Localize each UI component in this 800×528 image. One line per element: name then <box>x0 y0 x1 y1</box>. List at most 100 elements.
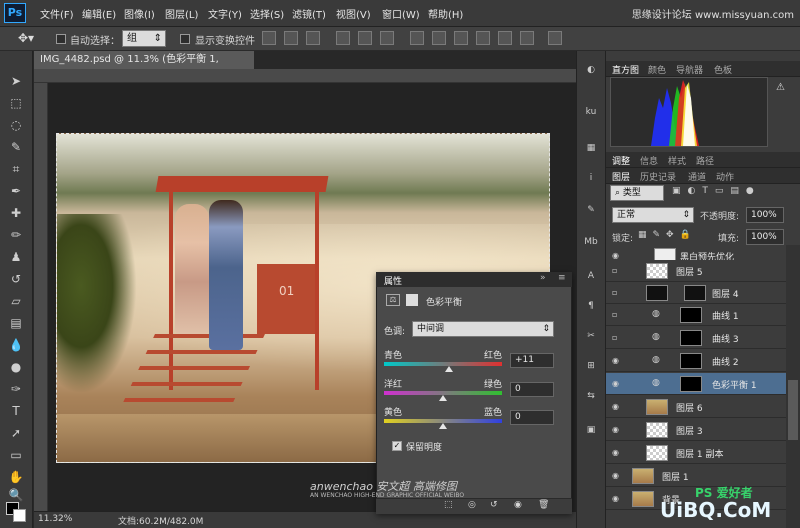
panel-menu-icon[interactable]: ≡ <box>558 273 566 283</box>
dock-timeline-icon[interactable]: ▣ <box>581 420 601 440</box>
eye-icon[interactable]: ◉ <box>612 356 622 366</box>
collapse-icon[interactable]: » <box>540 273 546 283</box>
menu-window[interactable]: 窗口(W) <box>382 6 420 21</box>
move-tool-icon[interactable]: ✥▾ <box>18 31 34 45</box>
fill-field[interactable]: 100% <box>746 229 784 245</box>
zoom-level[interactable]: 11.32% <box>38 514 72 524</box>
layer-row[interactable]: ◉ 图层 3 <box>606 419 786 441</box>
align-top-icon[interactable] <box>262 31 276 45</box>
lock-icons[interactable]: ▦✎✥🔒 <box>638 230 697 240</box>
auto-select-checkbox[interactable] <box>56 34 66 44</box>
magenta-green-knob[interactable] <box>439 395 447 401</box>
eye-icon[interactable]: ▫ <box>612 333 622 343</box>
align-bottom-icon[interactable] <box>306 31 320 45</box>
brush-icon[interactable]: ✏ <box>6 226 26 244</box>
menu-select[interactable]: 选择(S) <box>250 6 284 21</box>
distribute-vcenter-icon[interactable] <box>432 31 446 45</box>
menu-help[interactable]: 帮助(H) <box>428 6 463 21</box>
yellow-blue-knob[interactable] <box>439 423 447 429</box>
lasso-icon[interactable]: ◌ <box>6 116 26 134</box>
magenta-green-value[interactable]: 0 <box>510 382 554 397</box>
gradient-icon[interactable]: ▤ <box>6 314 26 332</box>
tab-info[interactable]: 信息 <box>640 154 658 167</box>
menu-file[interactable]: 文件(F) <box>40 6 74 21</box>
layer-row[interactable]: ▫ 图层 4 <box>606 282 786 304</box>
tab-adjustments[interactable]: 调整 <box>612 154 630 167</box>
eye-icon[interactable]: ◉ <box>612 402 622 412</box>
blur-icon[interactable]: 💧 <box>6 336 26 354</box>
eye-icon[interactable]: ◉ <box>612 379 622 389</box>
hand-icon[interactable]: ✋ <box>6 468 26 486</box>
eye-icon[interactable]: ◉ <box>612 425 622 435</box>
properties-tab[interactable]: 属性 <box>384 274 402 287</box>
layer-row[interactable]: ◉ 图层 6 <box>606 396 786 418</box>
eye-icon[interactable]: ▫ <box>612 266 622 276</box>
crop-icon[interactable]: ⌗ <box>6 160 26 178</box>
show-transform-checkbox[interactable] <box>180 34 190 44</box>
path-select-icon[interactable]: ➚ <box>6 424 26 442</box>
document-tab[interactable]: IMG_4482.psd @ 11.3% (色彩平衡 1, RGB/8) *× <box>34 51 254 83</box>
tab-navigator[interactable]: 导航器 <box>676 63 703 76</box>
tab-swatches[interactable]: 色板 <box>714 63 732 76</box>
scrollbar-thumb[interactable] <box>788 380 798 440</box>
doc-size[interactable]: 文档:60.2M/482.0M <box>118 514 203 527</box>
dock-layer-comps-icon[interactable]: ▦ <box>581 138 601 158</box>
dock-character-icon[interactable]: A <box>581 266 601 286</box>
menu-view[interactable]: 视图(V) <box>336 6 371 21</box>
tab-paths[interactable]: 路径 <box>696 154 714 167</box>
eye-icon[interactable]: ◉ <box>612 494 622 504</box>
dock-info-icon[interactable]: i <box>581 168 601 188</box>
eyedropper-icon[interactable]: ✒ <box>6 182 26 200</box>
tab-histogram[interactable]: 直方图 <box>612 63 639 76</box>
layer-row[interactable]: ▫ ◍ 曲线 3 <box>606 327 786 349</box>
dock-paragraph-icon[interactable]: ¶ <box>581 296 601 316</box>
align-right-icon[interactable] <box>380 31 394 45</box>
eye-icon[interactable]: ◉ <box>612 471 622 481</box>
cyan-red-value[interactable]: +11 <box>510 353 554 368</box>
tone-dropdown[interactable]: 中间调 ⇕ <box>412 321 554 337</box>
blend-mode-dropdown[interactable]: 正常 ⇕ <box>612 207 694 223</box>
dock-properties-icon[interactable]: ⇆ <box>581 386 601 406</box>
healing-brush-icon[interactable]: ✚ <box>6 204 26 222</box>
visibility-icon[interactable]: ◉ <box>514 500 522 510</box>
distribute-top-icon[interactable] <box>410 31 424 45</box>
dodge-icon[interactable]: ● <box>6 358 26 376</box>
tab-color[interactable]: 颜色 <box>648 63 666 76</box>
align-left-icon[interactable] <box>336 31 350 45</box>
eye-icon[interactable]: ◉ <box>612 448 622 458</box>
layer-row-selected[interactable]: ◉ ◍ 色彩平衡 1 <box>606 373 786 395</box>
dock-kuler-icon[interactable]: ku <box>581 102 601 122</box>
dock-tools-icon[interactable]: ✂ <box>581 326 601 346</box>
mask-icon[interactable] <box>406 294 418 306</box>
dock-mini-bridge-icon[interactable]: Mb <box>581 232 601 252</box>
dock-color-icon[interactable]: ◐ <box>581 60 601 80</box>
delete-icon[interactable]: 🗑 <box>538 500 549 510</box>
layer-row[interactable]: ◉ 图层 1 副本 <box>606 442 786 464</box>
cyan-red-slider[interactable] <box>384 362 502 366</box>
eraser-icon[interactable]: ▱ <box>6 292 26 310</box>
layer-filter-icons[interactable]: ▣◐T▭▤● <box>672 186 761 196</box>
align-hcenter-icon[interactable] <box>358 31 372 45</box>
distribute-hcenter-icon[interactable] <box>498 31 512 45</box>
menu-image[interactable]: 图像(I) <box>124 6 155 21</box>
layer-filter-dropdown[interactable]: ⌕ 类型 <box>610 185 664 201</box>
type-icon[interactable]: T <box>6 402 26 420</box>
shape-icon[interactable]: ▭ <box>6 446 26 464</box>
marquee-icon[interactable]: ⬚ <box>6 94 26 112</box>
eye-icon[interactable]: ▫ <box>612 310 622 320</box>
auto-align-icon[interactable] <box>548 31 562 45</box>
tab-actions[interactable]: 动作 <box>716 170 734 183</box>
tab-styles[interactable]: 样式 <box>668 154 686 167</box>
distribute-right-icon[interactable] <box>520 31 534 45</box>
distribute-bottom-icon[interactable] <box>454 31 468 45</box>
menu-edit[interactable]: 编辑(E) <box>82 6 116 21</box>
move-icon[interactable]: ➤ <box>6 72 26 90</box>
dock-brush-icon[interactable]: ✎ <box>581 200 601 220</box>
menu-filter[interactable]: 滤镜(T) <box>292 6 326 21</box>
clip-to-layer-icon[interactable]: ⬚ <box>444 500 453 510</box>
align-vcenter-icon[interactable] <box>284 31 298 45</box>
tab-channels[interactable]: 通道 <box>688 170 706 183</box>
eye-icon[interactable]: ▫ <box>612 288 622 298</box>
preserve-luminosity-checkbox[interactable]: ✓ <box>392 441 402 451</box>
view-previous-icon[interactable]: ◎ <box>468 500 476 510</box>
